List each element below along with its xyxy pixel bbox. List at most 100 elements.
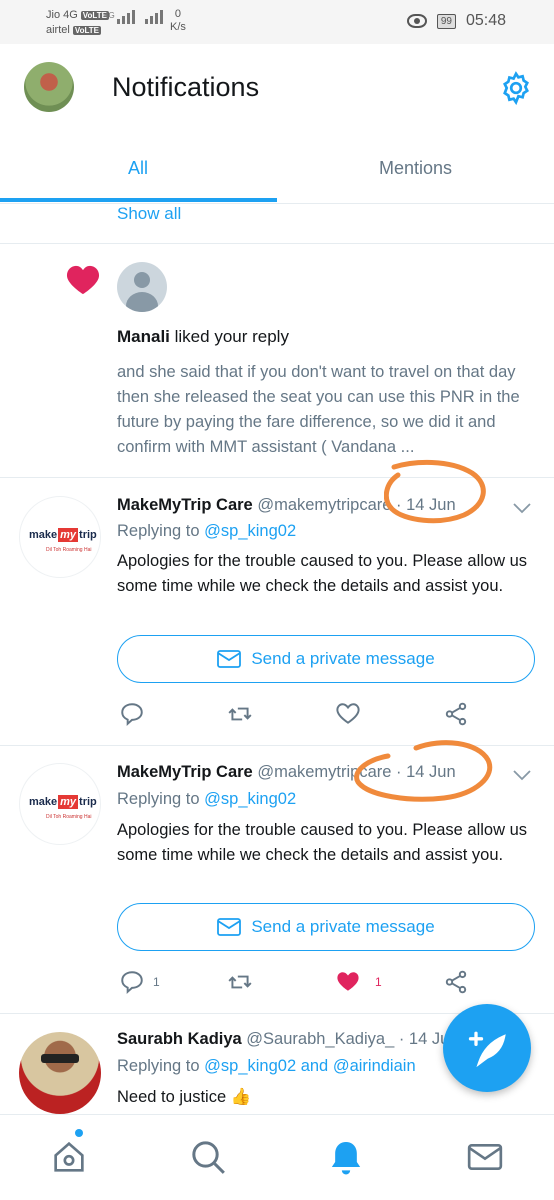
nav-home[interactable] [49, 1129, 89, 1177]
dm-button-label: Send a private message [251, 917, 435, 936]
network-speed: 0 K/s [170, 8, 186, 34]
divider [0, 477, 554, 478]
share-button[interactable] [443, 969, 469, 995]
tweet-author-handle[interactable]: @Saurabh_Kadiya_ [242, 1030, 394, 1048]
heart-filled-icon [337, 972, 359, 991]
tweet-text[interactable]: Apologies for the trouble caused to you.… [117, 549, 532, 599]
share-icon [445, 970, 467, 994]
tweet-author-handle[interactable]: @makemytripcare [253, 496, 391, 514]
share-icon [445, 702, 467, 726]
reply-button[interactable]: 1 [119, 969, 160, 995]
send-private-message-button[interactable]: Send a private message [117, 635, 535, 683]
replying-to: Replying to @sp_king02 [117, 522, 297, 540]
unread-dot [75, 1129, 83, 1137]
liker-name[interactable]: Manali [117, 327, 170, 346]
retweet-button[interactable] [227, 969, 253, 995]
reply-icon [121, 971, 143, 994]
battery-icon: 99 [436, 13, 456, 29]
search-icon [192, 1141, 225, 1174]
mention-link[interactable]: @sp_king02 [204, 790, 296, 808]
tweet-header: Saurabh Kadiya @Saurabh_Kadiya_ · 14 Ju [117, 1030, 449, 1049]
compose-icon [468, 1031, 506, 1068]
like-count: 1 [375, 975, 382, 989]
profile-avatar[interactable] [24, 62, 74, 112]
show-all-link[interactable]: Show all [117, 204, 181, 224]
tweet-date[interactable]: 14 Jun [406, 763, 456, 781]
status-bar: Jio 4G VoLTE airtel VoLTE 4G 0 K/s 99 05:4… [0, 0, 554, 44]
carrier-1: Jio 4G [46, 9, 78, 21]
mention-link[interactable]: @sp_king02 [204, 1057, 296, 1075]
nav-messages[interactable] [465, 1137, 505, 1177]
tweet-date[interactable]: 14 Jun [406, 496, 456, 514]
signal-icon: 4G [104, 10, 163, 24]
tweet-text[interactable]: Apologies for the trouble caused to you.… [117, 818, 532, 868]
tab-mentions[interactable]: Mentions [379, 158, 452, 179]
page-title: Notifications [112, 72, 260, 102]
speed-value: 0 [174, 8, 182, 20]
carrier-info: Jio 4G VoLTE airtel VoLTE [46, 8, 109, 38]
home-icon [54, 1141, 84, 1172]
send-private-message-button[interactable]: Send a private message [117, 903, 535, 951]
tweet-actions: 1 1 [0, 969, 554, 999]
manali-avatar[interactable] [117, 262, 167, 312]
like-notification-text[interactable]: Manali liked your reply [117, 327, 289, 347]
makemytrip-avatar[interactable]: make my trip Dil Toh Roaming Hai [19, 496, 101, 578]
replying-to: Replying to @sp_king02 and @airindiain [117, 1057, 416, 1075]
mail-icon [467, 1144, 503, 1170]
saurabh-avatar[interactable] [19, 1032, 101, 1114]
tweet-author-name[interactable]: MakeMyTrip Care [117, 763, 253, 781]
tweet-header: MakeMyTrip Care @makemytripcare · 14 Jun [117, 496, 456, 515]
carrier-2: airtel [46, 24, 70, 36]
liked-reply-excerpt[interactable]: and she said that if you don't want to t… [117, 360, 527, 460]
active-tab-indicator [0, 198, 277, 202]
nav-notifications[interactable] [326, 1137, 366, 1177]
heart-icon [66, 265, 100, 295]
tab-bar: All Mentions [0, 144, 554, 204]
makemytrip-logo: make my trip [29, 528, 97, 542]
makemytrip-avatar[interactable]: make my trip Dil Toh Roaming Hai [19, 763, 101, 845]
speed-unit: K/s [170, 21, 186, 33]
mention-link[interactable]: @airindiain [333, 1057, 416, 1075]
heart-icon [336, 703, 360, 724]
retweet-button[interactable] [227, 701, 253, 727]
logo-tagline: Dil Toh Roaming Hai [46, 814, 92, 820]
clock: 05:48 [465, 12, 506, 29]
tweet-author-handle[interactable]: @makemytripcare [253, 763, 391, 781]
divider [0, 745, 554, 746]
dm-button-label: Send a private message [251, 649, 435, 668]
tab-all[interactable]: All [128, 158, 148, 179]
reply-count: 1 [153, 975, 160, 989]
compose-button[interactable] [443, 1004, 531, 1092]
tweet-author-name[interactable]: Saurabh Kadiya [117, 1030, 242, 1048]
replying-to: Replying to @sp_king02 [117, 790, 297, 808]
reply-button[interactable] [119, 701, 145, 727]
dot-separator: · [394, 1030, 409, 1048]
gear-icon[interactable] [498, 70, 534, 106]
tweet-author-name[interactable]: MakeMyTrip Care [117, 496, 253, 514]
network-type: 4G [104, 11, 115, 20]
eye-icon [406, 14, 427, 28]
dot-separator: · [391, 496, 407, 514]
bottom-nav [0, 1114, 554, 1200]
makemytrip-logo: make my trip [29, 795, 97, 809]
envelope-icon [217, 918, 242, 936]
chevron-down-icon[interactable] [513, 769, 531, 781]
bell-icon [331, 1142, 361, 1175]
tweet-header: MakeMyTrip Care @makemytripcare · 14 Jun [117, 763, 456, 782]
retweet-icon [228, 975, 252, 989]
dot-separator: · [391, 763, 407, 781]
chevron-down-icon[interactable] [513, 502, 531, 514]
mention-link[interactable]: @sp_king02 [204, 522, 296, 540]
envelope-icon [217, 650, 242, 668]
reply-icon [121, 703, 143, 726]
logo-tagline: Dil Toh Roaming Hai [46, 547, 92, 553]
like-button[interactable]: 1 [335, 969, 382, 995]
annotation-circle [384, 459, 486, 524]
tweet-actions [0, 701, 554, 731]
nav-search[interactable] [188, 1137, 228, 1177]
divider [0, 243, 554, 244]
volte-badge-2: VoLTE [72, 26, 101, 35]
like-action: liked your reply [169, 327, 289, 346]
like-button[interactable] [335, 701, 361, 727]
share-button[interactable] [443, 701, 469, 727]
